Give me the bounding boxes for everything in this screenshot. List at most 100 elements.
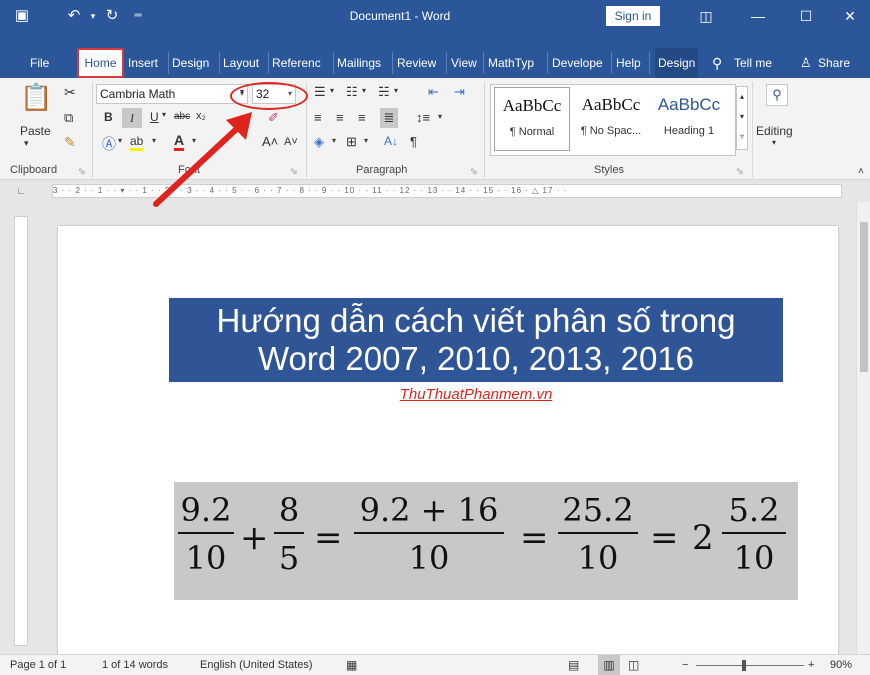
clipboard-launcher-icon[interactable]: ⬂ [78,166,86,177]
tab-insert[interactable]: Insert [128,48,158,78]
tab-view[interactable]: View [451,48,477,78]
numbering-dropdown-icon[interactable]: ▾ [362,86,366,95]
language-indicator[interactable]: English (United States) [200,655,313,675]
paste-icon[interactable]: 📋 [20,82,52,113]
ribbon-tabs: File Home Insert Design Layout Referenc … [0,32,870,78]
search-icon[interactable]: ⚲ [712,48,722,78]
close-button[interactable]: ✕ [830,0,870,32]
style-heading-1[interactable]: AaBbCc Heading 1 [651,87,727,151]
style-no-spacing[interactable]: AaBbCc ¶ No Spac... [573,87,649,151]
bullets-icon[interactable]: ☰ [314,84,326,100]
word-count[interactable]: 1 of 14 words [102,655,168,675]
editing-button[interactable]: Editing [756,124,793,138]
shading-icon[interactable]: ◈ [314,134,324,150]
tab-design[interactable]: Design [172,48,209,78]
bold-icon[interactable]: B [104,110,113,124]
maximize-button[interactable]: ☐ [786,0,826,32]
website-link[interactable]: ThuThuatPhanmem.vn [308,386,644,403]
equals-sign: = [650,518,679,558]
tab-layout[interactable]: Layout [223,48,259,78]
scroll-thumb[interactable] [860,222,868,372]
macro-recording-icon[interactable]: ▦ [346,655,357,675]
equation-block[interactable]: 9.2 10 + 8 5 = 9.2 + 16 10 = 25.2 10 = 2… [174,482,798,600]
numerator: 5.2 [728,491,780,529]
sign-in-button[interactable]: Sign in [606,6,660,26]
format-painter-icon[interactable]: ✎ [64,134,76,151]
zoom-in-button[interactable]: + [808,655,814,675]
plus-sign: + [240,518,269,558]
web-layout-icon[interactable]: ◫ [628,655,639,675]
increase-indent-icon[interactable]: ⇥ [454,84,465,100]
copy-icon[interactable]: ⧉ [64,110,73,126]
align-right-icon[interactable]: ≡ [358,110,366,125]
paragraph-launcher-icon[interactable]: ⬂ [470,166,478,177]
share-icon[interactable]: ♙ [800,48,812,78]
find-icon[interactable]: ⚲ [766,84,788,106]
style-normal[interactable]: AaBbCc ¶ Normal [494,87,570,151]
cut-icon[interactable]: ✂ [64,84,76,101]
tell-me-box[interactable]: Tell me [734,48,772,78]
italic-icon[interactable]: I [122,108,142,128]
save-icon[interactable]: ▣ [10,0,34,32]
decrease-indent-icon[interactable]: ⇤ [428,84,439,100]
bullets-dropdown-icon[interactable]: ▾ [330,86,334,95]
clipboard-group-label: Clipboard [10,164,58,176]
font-launcher-icon[interactable]: ⬂ [290,166,298,177]
borders-icon[interactable]: ⊞ [346,134,357,150]
style-label: ¶ Normal [509,126,555,138]
vertical-ruler[interactable] [14,216,28,646]
tab-developer[interactable]: Develope [552,48,608,78]
numerator: 25.2 [562,491,634,529]
minimize-button[interactable]: — [738,0,778,32]
show-formatting-icon[interactable]: ¶ [410,134,417,149]
collapse-ribbon-icon[interactable]: ˄ [858,166,864,177]
align-left-icon[interactable]: ≡ [314,110,322,125]
tab-help[interactable]: Help [616,48,641,78]
font-name-value: Cambria Math [100,87,176,101]
tab-selector[interactable]: ∟ [14,184,28,198]
borders-dropdown-icon[interactable]: ▾ [364,136,368,145]
line-spacing-icon[interactable]: ↕≡ [416,110,430,125]
text-effects-icon[interactable]: Ⓐ [102,134,116,154]
undo-icon[interactable]: ↶ [62,0,86,32]
tab-references[interactable]: Referenc [272,48,330,78]
multilevel-list-icon[interactable]: ☵ [378,84,390,100]
ribbon-display-options-icon[interactable]: ◫ [686,0,726,32]
document-page[interactable]: Hướng dẫn cách viết phân số trong Word 2… [58,226,838,654]
zoom-level[interactable]: 90% [830,655,852,675]
tab-file[interactable]: File [30,48,49,78]
paste-button[interactable]: Paste [20,124,51,138]
document-heading[interactable]: Hướng dẫn cách viết phân số trong Word 2… [169,298,783,382]
zoom-out-button[interactable]: − [682,655,688,675]
fraction: 9.2 10 [178,488,234,578]
align-center-icon[interactable]: ≡ [336,110,344,125]
zoom-slider-thumb[interactable] [742,660,746,671]
zoom-slider[interactable] [696,665,804,666]
line-spacing-dropdown-icon[interactable]: ▾ [438,112,442,121]
tab-mailings[interactable]: Mailings [337,48,381,78]
print-layout-icon[interactable]: ▥ [598,655,620,675]
paste-dropdown-icon[interactable]: ▾ [24,138,29,149]
numbering-icon[interactable]: ☷ [346,84,358,100]
redo-icon[interactable]: ↻ [100,0,124,32]
styles-scroll-icon[interactable]: ▴ ▾ ▿ [736,86,748,150]
page-count[interactable]: Page 1 of 1 [10,655,66,675]
multilevel-dropdown-icon[interactable]: ▾ [394,86,398,95]
shading-dropdown-icon[interactable]: ▾ [332,136,336,145]
tab-home[interactable]: Home [77,48,124,78]
tab-review[interactable]: Review [397,48,436,78]
undo-dropdown-icon[interactable]: ▾ [86,0,100,32]
justify-icon[interactable]: ≣ [380,108,398,128]
tab-mathtype[interactable]: MathTyp [488,48,544,78]
read-mode-icon[interactable]: ▤ [568,655,579,675]
shrink-font-icon[interactable]: A˅ [284,136,298,148]
style-sample: AaBbCc [581,95,641,114]
styles-launcher-icon[interactable]: ⬂ [736,166,744,177]
text-effects-dropdown-icon[interactable]: ▾ [118,136,122,145]
editing-dropdown-icon[interactable]: ▾ [772,138,776,147]
vertical-scrollbar[interactable] [856,202,870,654]
tab-equation-design[interactable]: Design [655,48,699,78]
share-button[interactable]: Share [818,48,850,78]
sort-icon[interactable]: A↓ [384,134,398,148]
customize-toolbar-icon[interactable]: ═ [130,0,146,32]
